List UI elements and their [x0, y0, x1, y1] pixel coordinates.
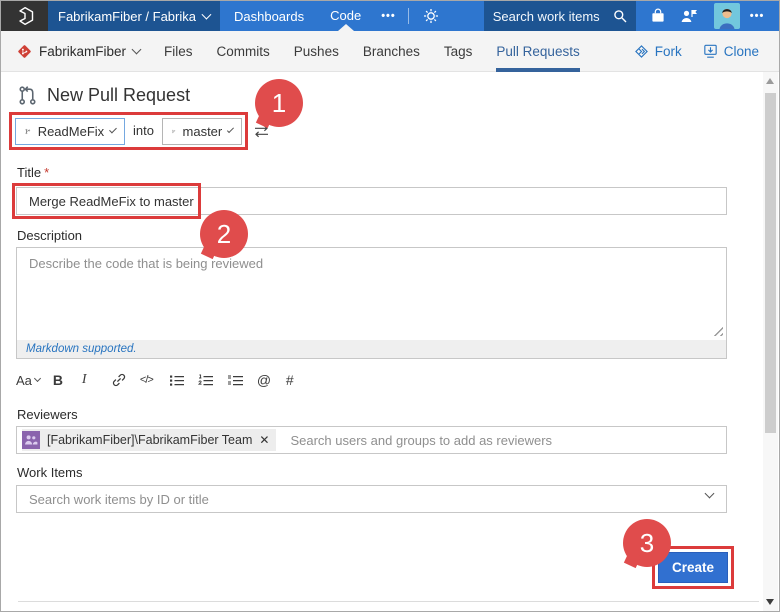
devops-logo-icon — [15, 6, 35, 26]
nav-overflow-button[interactable]: ••• — [381, 10, 396, 22]
create-button[interactable]: Create — [658, 552, 728, 583]
fork-icon — [633, 43, 650, 60]
vertical-scrollbar[interactable] — [763, 72, 778, 612]
scroll-up-arrow[interactable] — [766, 78, 774, 84]
nav-item-code[interactable]: Code — [330, 1, 361, 31]
repo-tabs: Files Commits Pushes Branches Tags Pull … — [164, 31, 580, 72]
chevron-down-icon — [132, 44, 142, 54]
font-format-dropdown[interactable]: Aa — [16, 373, 40, 388]
work-items-input[interactable] — [16, 485, 727, 513]
description-label: Description — [17, 228, 82, 243]
user-avatar[interactable] — [714, 3, 740, 29]
branch-icon — [25, 125, 31, 138]
pull-request-icon — [17, 85, 38, 106]
page-heading-row: New Pull Request — [17, 85, 190, 106]
task-list-icon — [227, 374, 244, 387]
account-overflow-button[interactable]: ••• — [750, 10, 765, 22]
chevron-down-icon — [109, 126, 117, 134]
title-input[interactable] — [16, 187, 727, 215]
source-branch-name: ReadMeFix — [38, 124, 104, 139]
description-textarea[interactable] — [17, 248, 726, 340]
settings-gear-icon[interactable] — [423, 8, 439, 24]
link-button[interactable] — [111, 372, 127, 388]
top-navigation-bar: FabrikamFiber / Fabrika... Dashboards Co… — [1, 1, 780, 31]
callout-badge-2: 2 — [200, 210, 248, 258]
work-item-reference-button[interactable]: # — [286, 372, 302, 388]
mention-button[interactable]: @ — [257, 372, 273, 388]
team-icon — [22, 431, 40, 449]
numbered-list-button[interactable] — [198, 374, 214, 387]
work-items-label: Work Items — [17, 465, 83, 480]
task-list-button[interactable] — [227, 374, 244, 387]
nav-item-dashboards[interactable]: Dashboards — [234, 9, 304, 24]
target-branch-name: master — [183, 124, 223, 139]
page-title: New Pull Request — [47, 85, 190, 106]
work-items-field — [16, 485, 727, 513]
project-selector[interactable]: FabrikamFiber / Fabrika... — [48, 1, 220, 31]
repo-actions: Fork Clone — [633, 43, 759, 60]
clone-icon — [702, 43, 719, 60]
bold-button[interactable]: B — [53, 372, 69, 388]
branch-icon — [172, 125, 176, 138]
bullet-list-button[interactable] — [169, 374, 185, 387]
source-branch-dropdown[interactable]: ReadMeFix — [15, 118, 125, 145]
project-selector-label: FabrikamFiber / Fabrika... — [58, 9, 197, 24]
formatting-toolbar: Aa B I </> — [16, 372, 302, 388]
git-repository-icon — [17, 44, 32, 59]
search-icon — [613, 9, 627, 23]
into-label: into — [133, 123, 154, 138]
new-pull-request-page: FabrikamFiber / Fabrika... Dashboards Co… — [0, 0, 780, 612]
tab-pushes[interactable]: Pushes — [294, 31, 339, 72]
reviewer-name: [FabrikamFiber]\FabrikamFiber Team — [47, 433, 252, 447]
title-label: Title* — [17, 165, 49, 180]
chevron-down-icon — [202, 9, 212, 19]
reviewers-label: Reviewers — [17, 407, 78, 422]
clone-button[interactable]: Clone — [702, 43, 759, 60]
numbered-list-icon — [198, 374, 214, 387]
tab-branches[interactable]: Branches — [363, 31, 420, 72]
remove-reviewer-button[interactable]: ✕ — [259, 433, 269, 447]
markdown-supported-link[interactable]: Markdown supported. — [26, 343, 137, 355]
tab-commits[interactable]: Commits — [217, 31, 270, 72]
code-button[interactable]: </> — [140, 374, 156, 386]
callout-badge-3: 3 — [623, 519, 671, 567]
repository-name: FabrikamFiber — [39, 44, 126, 59]
italic-button[interactable]: I — [82, 372, 98, 388]
reviewer-chip: [FabrikamFiber]\FabrikamFiber Team ✕ — [22, 429, 276, 451]
search-placeholder: Search work items — [493, 9, 600, 24]
repository-navigation-bar: FabrikamFiber Files Commits Pushes Branc… — [1, 31, 780, 72]
callout-badge-1: 1 — [255, 79, 303, 127]
link-icon — [111, 372, 127, 388]
reviewers-placeholder: Search users and groups to add as review… — [290, 433, 552, 448]
tab-pull-requests[interactable]: Pull Requests — [496, 31, 579, 72]
search-work-items-box[interactable]: Search work items — [484, 1, 636, 31]
feedback-person-icon[interactable] — [680, 8, 698, 24]
azure-devops-logo[interactable] — [1, 1, 48, 31]
description-footer: Markdown supported. — [17, 340, 726, 358]
fork-button[interactable]: Fork — [633, 43, 682, 60]
scrollbar-thumb[interactable] — [765, 93, 776, 433]
reviewers-input[interactable]: [FabrikamFiber]\FabrikamFiber Team ✕ Sea… — [16, 426, 727, 454]
topbar-divider — [408, 8, 409, 24]
chevron-down-icon — [227, 126, 234, 133]
scroll-down-arrow[interactable] — [766, 599, 774, 605]
chevron-down-icon — [34, 374, 41, 381]
bottom-divider — [18, 601, 759, 602]
repository-selector[interactable]: FabrikamFiber — [17, 44, 140, 59]
marketplace-bag-icon[interactable] — [650, 8, 666, 24]
required-asterisk: * — [44, 165, 49, 180]
description-editor: Markdown supported. — [16, 247, 727, 359]
tab-tags[interactable]: Tags — [444, 31, 473, 72]
tab-files[interactable]: Files — [164, 31, 193, 72]
target-branch-dropdown[interactable]: master — [162, 118, 242, 145]
bullet-list-icon — [169, 374, 185, 387]
